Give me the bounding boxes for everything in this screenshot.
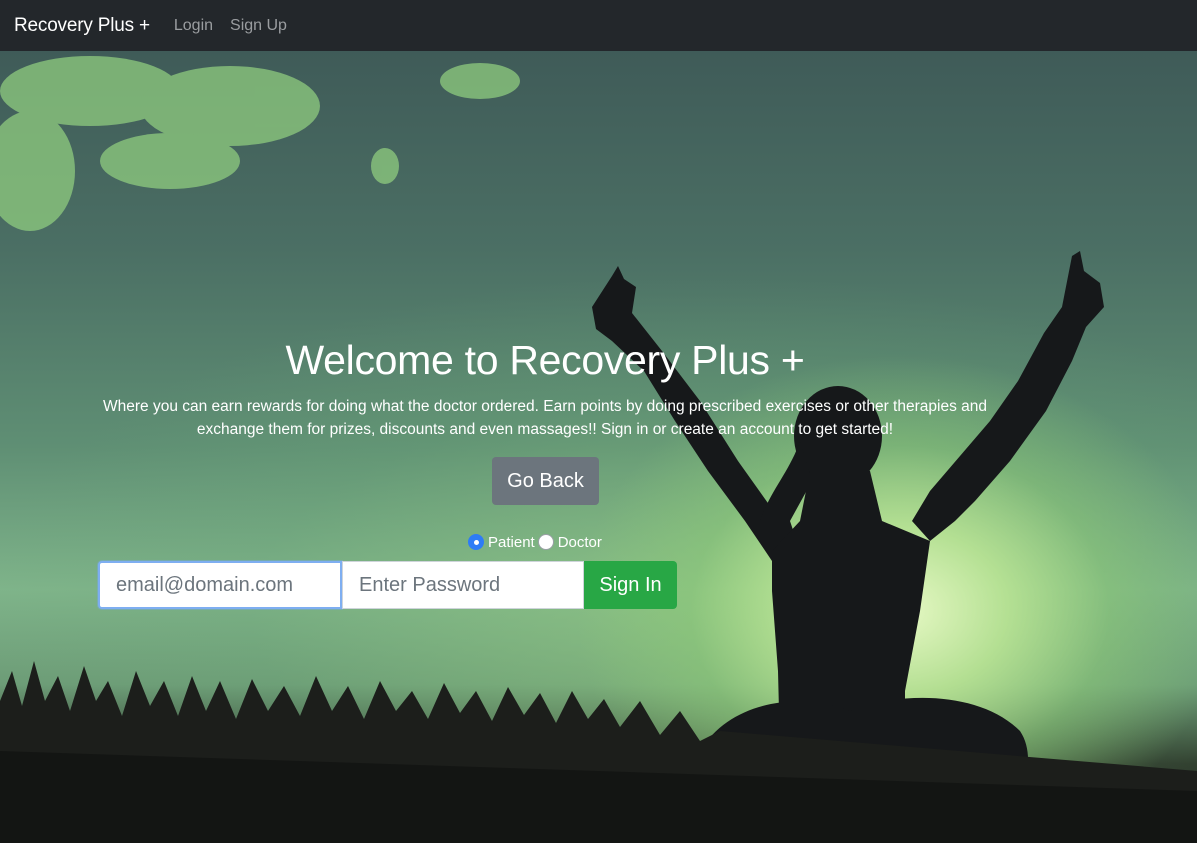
hero-content: Welcome to Recovery Plus + Where you can… bbox=[0, 0, 1197, 843]
hero-description: Where you can earn rewards for doing wha… bbox=[103, 398, 987, 438]
patient-radio[interactable] bbox=[468, 534, 484, 550]
go-back-button[interactable]: Go Back bbox=[492, 457, 599, 505]
patient-radio-label[interactable]: Patient bbox=[488, 534, 535, 551]
password-input[interactable] bbox=[342, 561, 584, 609]
nav-link-login[interactable]: Login bbox=[174, 17, 213, 35]
top-navbar: Recovery Plus + Login Sign Up bbox=[0, 0, 1197, 51]
doctor-radio[interactable] bbox=[537, 534, 554, 550]
doctor-radio-label[interactable]: Doctor bbox=[558, 534, 602, 551]
email-input[interactable] bbox=[98, 561, 342, 609]
sign-in-button[interactable]: Sign In bbox=[584, 561, 677, 609]
page-title: Welcome to Recovery Plus + bbox=[285, 337, 805, 383]
role-radio-group: Patient Doctor bbox=[468, 532, 605, 552]
nav-link-signup[interactable]: Sign Up bbox=[230, 17, 287, 35]
brand-logo[interactable]: Recovery Plus + bbox=[14, 15, 150, 37]
